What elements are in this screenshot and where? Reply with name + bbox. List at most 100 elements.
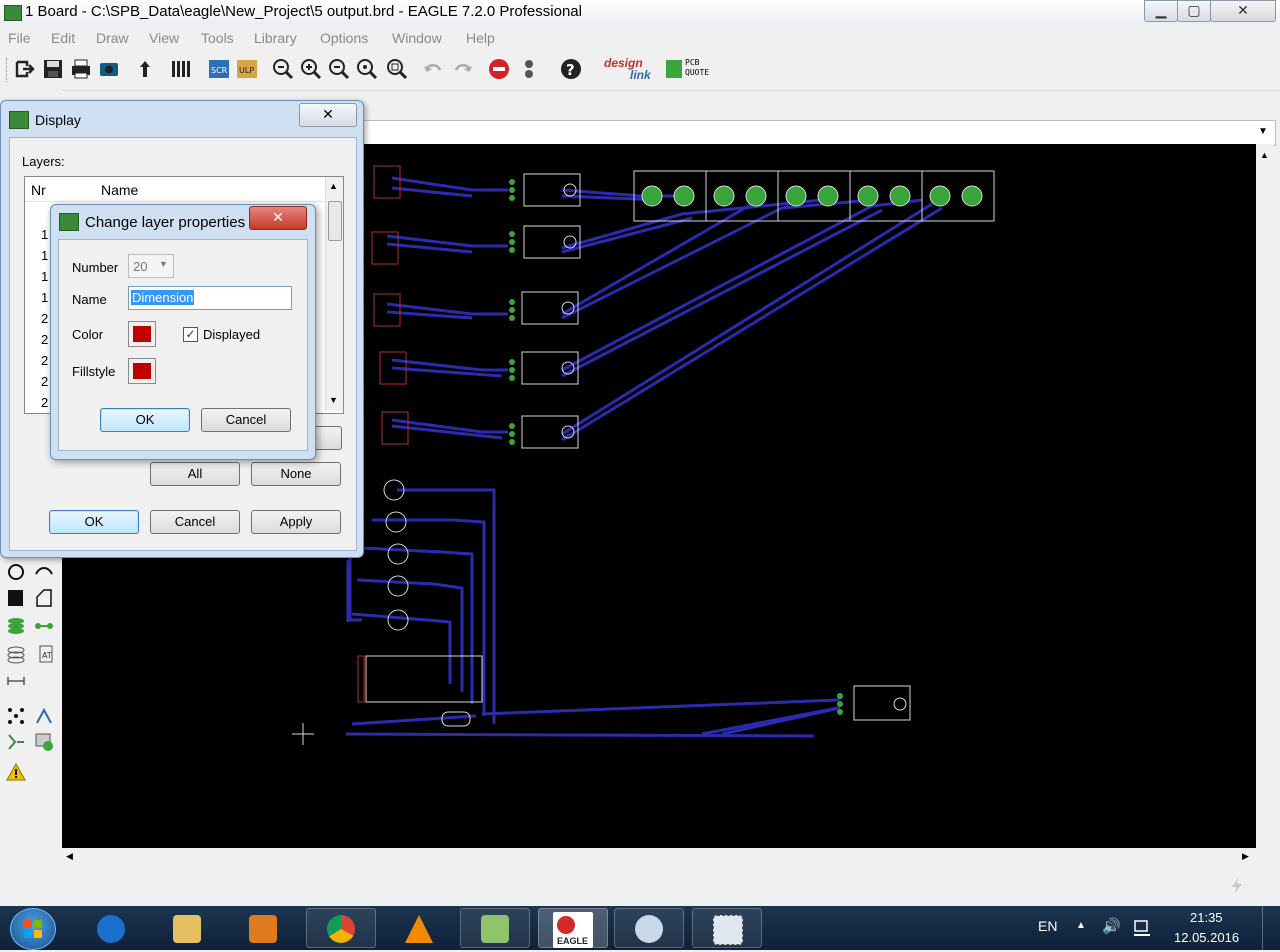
taskbar-media-player[interactable] [228,908,298,948]
clock-time[interactable]: 21:35 [1190,910,1223,925]
taskbar-eagle[interactable]: EAGLE [538,908,608,948]
save-icon[interactable] [42,58,64,80]
menu-help[interactable]: Help [466,30,495,46]
errors-warning-icon[interactable] [6,762,26,782]
minimize-button[interactable]: ▁ [1144,0,1178,22]
arc-tool-icon[interactable] [34,562,54,582]
signal-tool-icon[interactable] [34,616,54,636]
clock-date[interactable]: 12.05.2016 [1174,930,1239,945]
fillstyle-label: Fillstyle [72,364,116,379]
layer-row-nr[interactable]: 2 [41,374,48,389]
none-button[interactable]: None [251,462,341,486]
taskbar-ie[interactable] [76,908,146,948]
displayed-checkbox[interactable]: ✓ [183,327,198,342]
ulp-icon[interactable]: ULP [236,58,258,80]
menu-library[interactable]: Library [254,30,297,46]
all-button[interactable]: All [150,462,240,486]
cam-icon[interactable] [98,58,120,80]
help-icon[interactable]: ? [560,58,582,80]
taskbar-vlc[interactable] [384,908,454,948]
layer-row-nr[interactable]: 1 [41,269,48,284]
go-icon[interactable] [518,58,540,80]
vertical-scrollbar[interactable]: ▲ [1256,144,1274,848]
scroll-up-icon[interactable]: ▲ [329,181,338,191]
taskbar-paint[interactable] [614,908,684,948]
language-indicator[interactable]: EN [1038,918,1057,934]
script-icon[interactable]: SCR [208,58,230,80]
layer-row-nr[interactable]: 1 [41,227,48,242]
circle-tool-icon[interactable] [6,562,26,582]
scroll-right-icon[interactable]: ▶ [1242,851,1249,862]
route-layers-icon[interactable] [6,616,26,636]
menu-file[interactable]: File [8,30,31,46]
scroll-thumb[interactable] [328,201,342,241]
pcb-quote-logo[interactable]: PCB QUOTE [666,58,714,84]
print-icon[interactable] [70,58,92,80]
taskbar-chrome[interactable] [306,908,376,948]
layer-row-nr[interactable]: 1 [41,248,48,263]
network-icon[interactable] [1132,918,1152,938]
cancel-button[interactable]: Cancel [150,510,240,534]
zoom-fit-icon[interactable] [272,58,294,80]
color-swatch-button[interactable] [128,321,156,347]
fillstyle-swatch-button[interactable] [128,358,156,384]
designlink-logo[interactable]: design link [604,56,660,86]
ratsnest-layers-icon[interactable] [6,644,26,664]
column-name[interactable]: Name [101,182,138,198]
change-layer-close-button[interactable]: ✕ [249,206,307,230]
layer-row-nr[interactable]: 2 [41,395,48,410]
scroll-up-icon[interactable]: ▲ [1260,150,1269,160]
show-desktop-button[interactable] [1262,906,1280,950]
autorouter-icon[interactable] [6,706,26,726]
menu-window[interactable]: Window [392,30,442,46]
menu-view[interactable]: View [149,30,179,46]
zoom-area-icon[interactable] [386,58,408,80]
display-dialog-close-button[interactable]: ✕ [299,103,357,127]
attribute-tool-icon[interactable]: AT [34,644,54,664]
menu-edit[interactable]: Edit [51,30,75,46]
stop-command-icon[interactable] [1226,876,1246,896]
undo-icon[interactable] [422,58,444,80]
layers-icon[interactable] [170,58,192,80]
taskbar-app[interactable] [460,908,530,948]
zoom-in-icon[interactable] [300,58,322,80]
layer-row-nr[interactable]: 2 [41,353,48,368]
show-hidden-icons-icon[interactable]: ▲ [1076,920,1086,931]
upload-icon[interactable] [134,58,156,80]
dimension-tool-icon[interactable] [6,674,26,688]
stop-icon[interactable] [488,58,510,80]
taskbar-snipping[interactable] [692,908,762,948]
zoom-select-icon[interactable] [356,58,378,80]
scroll-left-icon[interactable]: ◀ [66,851,73,862]
apply-button[interactable]: Apply [251,510,341,534]
layer-row-nr[interactable]: 2 [41,311,48,326]
menu-options[interactable]: Options [320,30,368,46]
ok-button[interactable]: OK [49,510,139,534]
horizontal-scrollbar[interactable]: ◀ ▶ [62,848,1256,866]
layer-row-nr[interactable]: 1 [41,290,48,305]
optimize-tool-icon[interactable] [6,732,26,752]
layer-ok-button[interactable]: OK [100,408,190,432]
polygon-tool-icon[interactable] [34,588,54,608]
open-icon[interactable] [14,58,36,80]
number-select[interactable]: 20 ▼ [128,254,174,278]
layer-cancel-button[interactable]: Cancel [201,408,291,432]
zoom-out-icon[interactable] [328,58,350,80]
scroll-down-icon[interactable]: ▼ [329,395,338,405]
redo-icon[interactable] [452,58,474,80]
volume-icon[interactable]: 🔊 [1102,917,1121,935]
start-button[interactable] [10,908,56,950]
layers-list-scrollbar[interactable]: ▲ ▼ [325,177,343,411]
drc-tool-icon[interactable] [34,732,54,752]
menu-draw[interactable]: Draw [96,30,129,46]
route-tool-icon[interactable] [34,706,54,726]
command-history-dropdown-icon[interactable]: ▼ [1258,126,1268,137]
name-input[interactable]: Dimension [128,286,292,310]
menu-tools[interactable]: Tools [201,30,234,46]
rectangle-tool-icon[interactable] [6,588,26,608]
taskbar-explorer[interactable] [152,908,222,948]
close-button[interactable]: ✕ [1210,0,1276,22]
layer-row-nr[interactable]: 2 [41,332,48,347]
maximize-button[interactable]: ▢ [1177,0,1211,22]
column-nr[interactable]: Nr [31,182,46,198]
